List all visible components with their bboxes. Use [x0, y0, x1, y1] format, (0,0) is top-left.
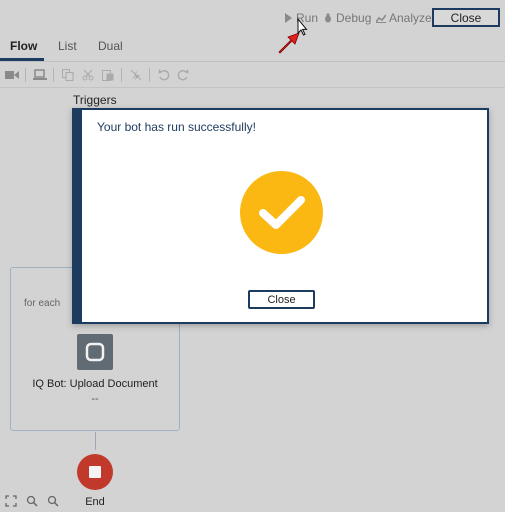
pointer-arrow-icon [278, 18, 308, 54]
flow-connector [95, 432, 96, 450]
node-subtitle: -- [91, 393, 99, 405]
toolbar-divider [121, 68, 122, 82]
loop-label: for each [24, 298, 61, 309]
dialog-message: Your bot has run successfully! [97, 120, 256, 134]
top-bar: Run Debug Analyze Close [0, 0, 505, 34]
editor-toolbar [0, 62, 505, 88]
end-node[interactable] [77, 454, 113, 490]
record-icon[interactable] [5, 68, 19, 82]
tab-dual[interactable]: Dual [98, 39, 123, 53]
tab-list[interactable]: List [58, 39, 77, 53]
success-check-icon [240, 171, 323, 254]
zoom-in-icon[interactable] [26, 495, 38, 507]
dialog-close-label: Close [267, 293, 296, 306]
paste-icon[interactable] [101, 68, 115, 82]
bug-icon [325, 13, 331, 23]
tab-flow[interactable]: Flow [10, 39, 37, 53]
close-button[interactable]: Close [432, 8, 500, 27]
analyze-label: Analyze [389, 11, 432, 25]
zoom-controls [5, 495, 59, 507]
debug-label: Debug [336, 11, 372, 25]
undo-icon[interactable] [157, 68, 171, 82]
deploy-icon[interactable] [33, 68, 47, 82]
fit-screen-icon[interactable] [5, 495, 17, 507]
view-tabs: Flow List Dual [0, 34, 505, 62]
active-tab-indicator [0, 58, 44, 61]
chart-icon [376, 14, 386, 23]
triggers-heading: Triggers [73, 93, 117, 107]
end-node-label: End [85, 496, 105, 508]
analyze-button[interactable]: Analyze [376, 11, 432, 25]
disable-icon[interactable] [129, 68, 143, 82]
copy-icon[interactable] [61, 68, 75, 82]
iq-bot-node-icon[interactable] [77, 334, 113, 370]
redo-icon[interactable] [176, 68, 190, 82]
node-title: IQ Bot: Upload Document [32, 378, 158, 390]
zoom-out-icon[interactable] [47, 495, 59, 507]
toolbar-divider [149, 68, 150, 82]
stop-icon [89, 466, 101, 478]
debug-button[interactable]: Debug [323, 11, 371, 25]
cut-icon[interactable] [81, 68, 95, 82]
dialog-close-button[interactable]: Close [248, 290, 315, 309]
toolbar-divider [53, 68, 54, 82]
success-dialog: Your bot has run successfully! Close [72, 108, 489, 324]
close-button-label: Close [450, 10, 482, 25]
toolbar-divider [25, 68, 26, 82]
